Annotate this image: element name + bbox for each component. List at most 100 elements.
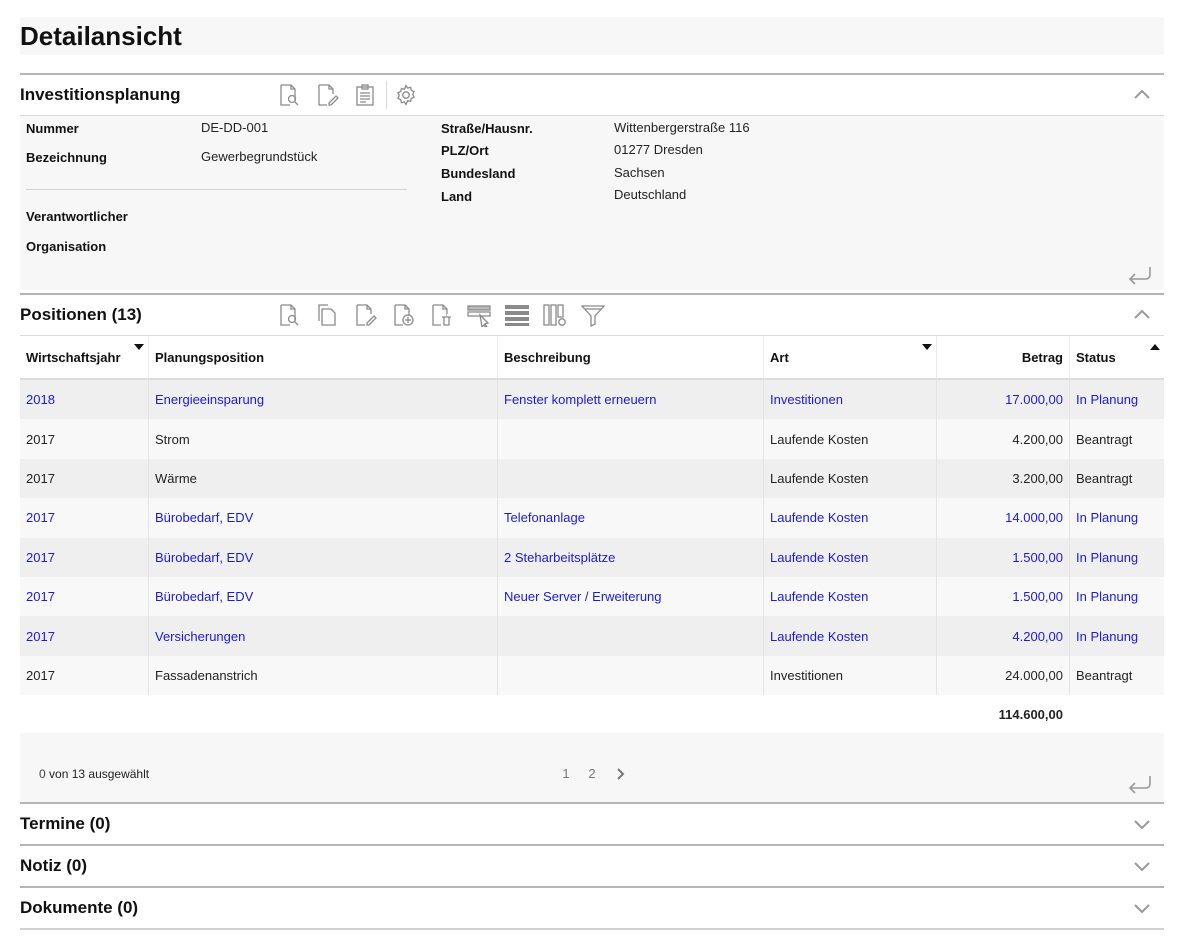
column-header-beschreibung[interactable]: Beschreibung bbox=[498, 336, 764, 378]
column-header-wirtschaftsjahr[interactable]: Wirtschaftsjahr bbox=[20, 336, 149, 378]
cell-art[interactable]: Laufende Kosten bbox=[764, 498, 937, 538]
label-verantwortlicher: Verantwortlicher bbox=[26, 209, 128, 224]
label-strasse: Straße/Hausnr. bbox=[441, 121, 533, 136]
cell-betrag[interactable]: 17.000,00 bbox=[937, 380, 1070, 420]
section-termine: Termine (0) bbox=[20, 802, 1164, 845]
cell-wirtschaftsjahr: 2017 bbox=[20, 458, 149, 499]
cell-status[interactable]: In Planung bbox=[1070, 616, 1164, 655]
cell-beschreibung[interactable]: Telefonanlage bbox=[498, 498, 764, 538]
copy-icon[interactable] bbox=[314, 302, 340, 328]
cell-status[interactable]: In Planung bbox=[1070, 498, 1164, 537]
collapse-chevron-up-icon[interactable] bbox=[1132, 305, 1152, 325]
cell-beschreibung[interactable]: Fenster komplett erneuern bbox=[498, 380, 764, 420]
cell-wirtschaftsjahr[interactable]: 2018 bbox=[20, 380, 149, 420]
cell-planungsposition[interactable]: Energieeinsparung bbox=[149, 380, 498, 420]
table-row[interactable]: 2018 Energieeinsparung Fenster komplett er… bbox=[20, 380, 1164, 420]
page-1[interactable]: 1 bbox=[553, 766, 579, 781]
cell-beschreibung[interactable]: 2 Steharbeitsplätze bbox=[498, 537, 764, 577]
cell-art[interactable]: Laufende Kosten bbox=[764, 576, 937, 617]
cell-beschreibung[interactable] bbox=[498, 616, 764, 656]
section-header-termine[interactable]: Termine (0) bbox=[20, 804, 1164, 845]
cell-art[interactable]: Investitionen bbox=[764, 380, 937, 420]
cell-status[interactable]: In Planung bbox=[1070, 538, 1164, 577]
positions-table-body: 2018 Energieeinsparung Fenster komplett er… bbox=[20, 380, 1164, 696]
cell-beschreibung bbox=[498, 655, 764, 696]
table-row[interactable]: 2017 Versicherungen Laufende Kosten 4.200,0… bbox=[20, 616, 1164, 656]
document-edit-icon[interactable] bbox=[314, 82, 340, 108]
cell-betrag[interactable]: 1.500,00 bbox=[937, 576, 1070, 617]
sort-desc-icon[interactable] bbox=[922, 344, 932, 350]
next-page-icon[interactable] bbox=[611, 767, 631, 781]
cell-beschreibung bbox=[498, 419, 764, 459]
selection-info: 0 von 13 ausgewählt bbox=[39, 767, 149, 781]
section-header-dokumente[interactable]: Dokumente (0) bbox=[20, 888, 1164, 929]
label-organisation: Organisation bbox=[26, 239, 107, 254]
cell-status[interactable]: In Planung bbox=[1070, 380, 1164, 419]
section-header-investitionsplanung[interactable]: Investitionsplanung bbox=[20, 75, 1164, 116]
column-header-status[interactable]: Status bbox=[1070, 336, 1164, 378]
cell-art[interactable]: Laufende Kosten bbox=[764, 616, 937, 656]
value-bezeichnung: Gewerbegrundstück bbox=[201, 149, 318, 164]
table-row[interactable]: 2017 Wärme Laufende Kosten 3.200,00 Beantrag… bbox=[20, 458, 1164, 499]
cell-betrag[interactable]: 1.500,00 bbox=[937, 537, 1070, 577]
cell-wirtschaftsjahr[interactable]: 2017 bbox=[20, 576, 149, 617]
cell-status: Beantragt bbox=[1076, 431, 1133, 447]
total-row: 114.600,00 bbox=[20, 695, 1164, 734]
section-title: Notiz (0) bbox=[20, 856, 88, 876]
cell-betrag: 4.200,00 bbox=[937, 419, 1070, 459]
sort-asc-icon[interactable] bbox=[1150, 344, 1160, 350]
document-search-icon[interactable] bbox=[276, 82, 302, 108]
cell-wirtschaftsjahr[interactable]: 2017 bbox=[20, 616, 149, 656]
cell-planungsposition[interactable]: Versicherungen bbox=[149, 616, 498, 656]
cell-planungsposition[interactable]: Bürobedarf, EDV bbox=[149, 537, 498, 577]
cell-betrag[interactable]: 14.000,00 bbox=[937, 498, 1070, 538]
clipboard-icon[interactable] bbox=[352, 82, 378, 108]
cell-planungsposition[interactable]: Bürobedarf, EDV bbox=[149, 498, 498, 538]
sort-desc-icon[interactable] bbox=[134, 344, 144, 350]
document-add-icon[interactable] bbox=[390, 302, 416, 328]
cell-betrag[interactable]: 4.200,00 bbox=[937, 616, 1070, 656]
column-header-planungsposition[interactable]: Planungsposition bbox=[149, 336, 498, 378]
row-select-icon[interactable] bbox=[466, 302, 492, 328]
table-row[interactable]: 2017 Bürobedarf, EDV Telefonanlage Laufende… bbox=[20, 498, 1164, 538]
document-search-icon[interactable] bbox=[276, 302, 302, 328]
cell-wirtschaftsjahr[interactable]: 2017 bbox=[20, 498, 149, 538]
return-arrow-icon[interactable] bbox=[1126, 773, 1154, 795]
collapse-chevron-up-icon[interactable] bbox=[1132, 85, 1152, 105]
column-header-betrag[interactable]: Betrag bbox=[937, 336, 1070, 378]
expand-chevron-down-icon[interactable] bbox=[1132, 898, 1152, 918]
label-bezeichnung: Bezeichnung bbox=[26, 150, 107, 165]
gear-icon[interactable] bbox=[393, 82, 419, 108]
filter-icon[interactable] bbox=[580, 302, 606, 328]
expand-chevron-down-icon[interactable] bbox=[1132, 814, 1152, 834]
table-row[interactable]: 2017 Bürobedarf, EDV Neuer Server / Erweit… bbox=[20, 576, 1164, 617]
table-row[interactable]: 2017 Strom Laufende Kosten 4.200,00 Beantrag… bbox=[20, 419, 1164, 459]
section-title: Dokumente (0) bbox=[20, 898, 139, 918]
document-delete-icon[interactable] bbox=[428, 302, 454, 328]
cell-wirtschaftsjahr[interactable]: 2017 bbox=[20, 537, 149, 577]
cell-status: Beantragt bbox=[1076, 667, 1133, 683]
page-title: Detailansicht bbox=[20, 20, 182, 51]
column-settings-icon[interactable] bbox=[542, 302, 568, 328]
cell-art[interactable]: Laufende Kosten bbox=[764, 537, 937, 577]
cell-status[interactable]: In Planung bbox=[1070, 577, 1164, 616]
cell-planungsposition[interactable]: Bürobedarf, EDV bbox=[149, 576, 498, 617]
table-row[interactable]: 2017 Fassadenanstrich Investitionen 24.000,… bbox=[20, 655, 1164, 696]
value-bundesland: Sachsen bbox=[614, 165, 665, 180]
section-positionen: Positionen (13) Wirtschaftsjahr Planungs… bbox=[20, 293, 1164, 803]
page-2[interactable]: 2 bbox=[579, 766, 605, 781]
table-row[interactable]: 2017 Bürobedarf, EDV 2 Steharbeitsplätze La… bbox=[20, 537, 1164, 577]
total-amount: 114.600,00 bbox=[998, 706, 1063, 722]
value-land: Deutschland bbox=[614, 187, 687, 202]
section-header-notiz[interactable]: Notiz (0) bbox=[20, 846, 1164, 887]
section-header-positionen[interactable]: Positionen (13) bbox=[20, 295, 1164, 336]
rows-icon[interactable] bbox=[504, 302, 530, 328]
column-header-art[interactable]: Art bbox=[764, 336, 937, 378]
document-edit-icon[interactable] bbox=[352, 302, 378, 328]
cell-planungsposition: Wärme bbox=[149, 458, 498, 499]
expand-chevron-down-icon[interactable] bbox=[1132, 856, 1152, 876]
cell-art: Investitionen bbox=[764, 655, 937, 696]
cell-art: Laufende Kosten bbox=[764, 458, 937, 499]
return-arrow-icon[interactable] bbox=[1126, 264, 1154, 286]
cell-beschreibung[interactable]: Neuer Server / Erweiterung bbox=[498, 576, 764, 617]
